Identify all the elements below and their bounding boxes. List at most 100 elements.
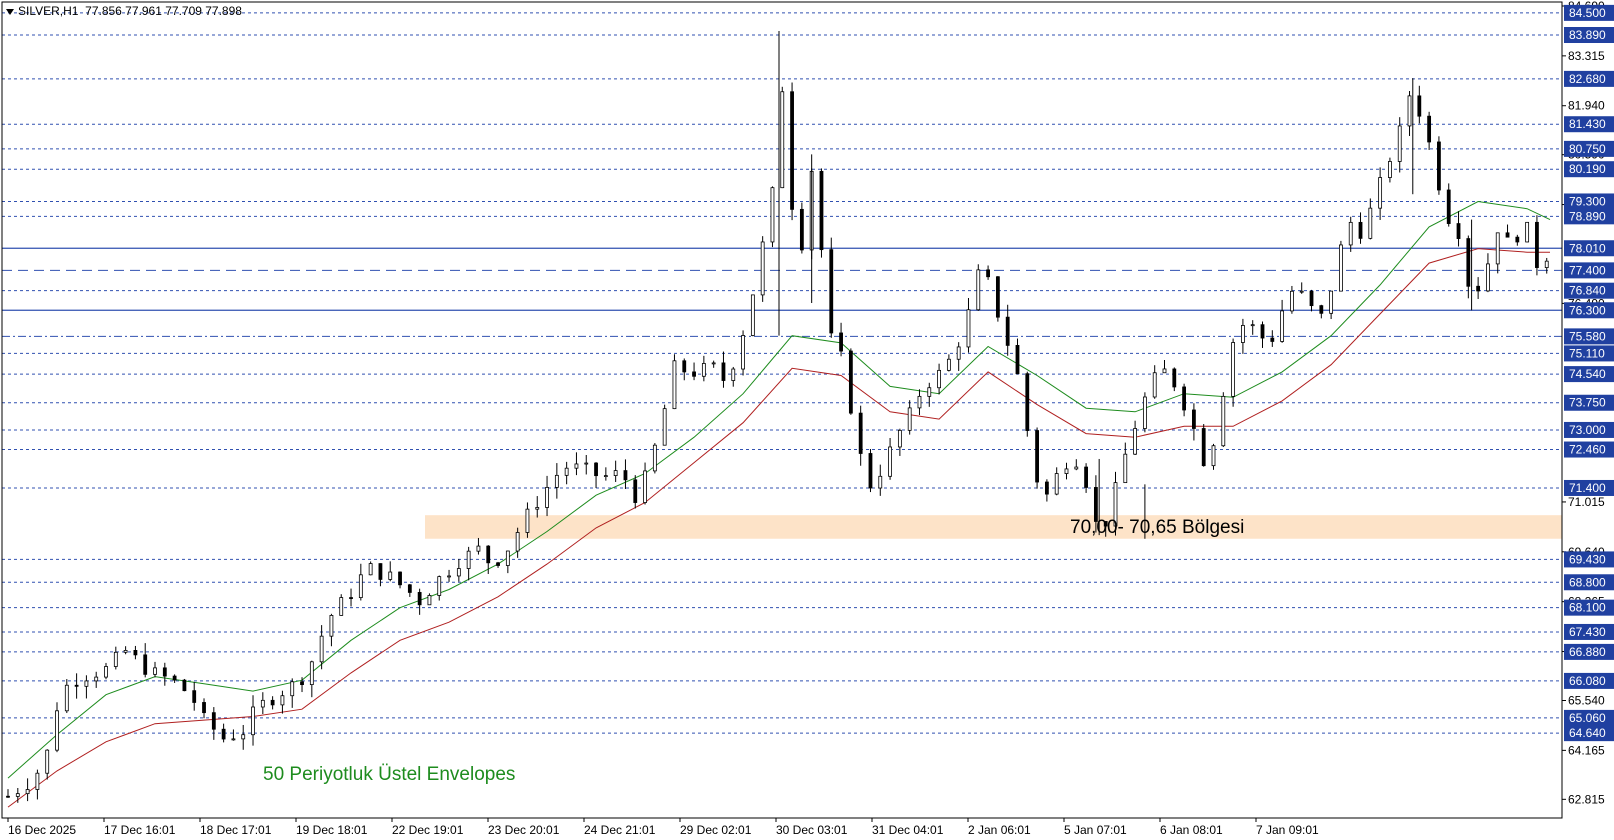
- candle-body: [231, 738, 236, 741]
- candle-body: [515, 532, 520, 552]
- candle-body: [1339, 244, 1343, 292]
- candle-body: [927, 387, 932, 397]
- candle-body: [505, 550, 510, 566]
- candle-body: [1535, 221, 1539, 268]
- candle-body: [1378, 177, 1383, 209]
- level-price-label: 76.840: [1569, 284, 1606, 298]
- candle-body: [1495, 232, 1500, 265]
- candle-body: [731, 368, 736, 381]
- candle-body: [300, 681, 304, 686]
- level-price-label: 81.430: [1569, 117, 1606, 131]
- candle-body: [290, 681, 295, 697]
- candle-body: [1299, 290, 1304, 293]
- candle-body: [1329, 290, 1334, 314]
- x-tick-label: 31 Dec 04:01: [872, 823, 944, 837]
- time-axis: 16 Dec 2025 17 Dec 16:01 18 Dec 17:01 19 De…: [7, 818, 1319, 837]
- candle-body: [1054, 473, 1059, 495]
- candle-body: [1407, 95, 1412, 127]
- candle-body: [770, 187, 775, 243]
- candle-body: [1074, 466, 1079, 470]
- level-price-label: 78.010: [1569, 241, 1606, 255]
- candle-body: [848, 350, 853, 414]
- x-tick-label: 18 Dec 17:01: [200, 823, 272, 837]
- candle-body: [6, 795, 10, 798]
- candle-body: [378, 563, 383, 580]
- candle-body: [1211, 445, 1216, 467]
- candle-body: [1397, 125, 1402, 162]
- candle-body: [123, 650, 128, 653]
- x-tick-label: 22 Dec 19:01: [392, 823, 464, 837]
- candle-body: [858, 412, 863, 454]
- level-price-label: 84.500: [1569, 6, 1606, 20]
- candle-body: [211, 712, 216, 730]
- candle-body: [55, 710, 59, 751]
- candle-body: [917, 395, 922, 409]
- candle-body: [1348, 221, 1353, 246]
- candle-body: [143, 654, 148, 675]
- level-price-label: 76.300: [1569, 303, 1606, 317]
- candle-body: [711, 362, 716, 365]
- candle-body: [1368, 207, 1373, 239]
- candle-body: [407, 584, 412, 593]
- candle-body: [319, 635, 324, 663]
- candle-body: [398, 571, 402, 586]
- level-price-label: 68.100: [1569, 601, 1606, 615]
- symbol-label: SILVER,H1: [18, 4, 79, 18]
- level-price-label: 65.060: [1569, 711, 1606, 725]
- level-price-label: 82.680: [1569, 72, 1606, 86]
- candle-body: [339, 597, 344, 616]
- candle-body: [1241, 325, 1245, 343]
- candle-body: [633, 479, 638, 503]
- candle-body: [1192, 409, 1196, 429]
- candle-body: [153, 667, 157, 675]
- candle-body: [84, 680, 89, 687]
- candle-body: [1476, 285, 1481, 292]
- support-zone-label: 70,00- 70,65 Bölgesi: [1070, 517, 1245, 538]
- candle-body: [643, 470, 647, 503]
- candle-body: [349, 597, 353, 599]
- candle-body: [995, 276, 1000, 318]
- level-price-label: 71.400: [1569, 481, 1606, 495]
- candle-body: [1446, 189, 1451, 224]
- candle-body: [760, 241, 765, 296]
- y-tick-label: 71.015: [1568, 495, 1605, 509]
- candle-body: [172, 675, 177, 681]
- candle-body: [94, 676, 99, 682]
- x-tick-label: 5 Jan 07:01: [1064, 823, 1127, 837]
- candle-body: [1123, 453, 1128, 484]
- candle-body: [662, 408, 667, 446]
- y-tick-label: 65.540: [1568, 693, 1605, 707]
- level-price-label: 69.430: [1569, 552, 1606, 566]
- candle-body: [545, 486, 549, 508]
- candle-body: [113, 651, 118, 667]
- y-tick-label: 62.815: [1568, 792, 1605, 806]
- candle-body: [937, 369, 941, 389]
- candle-body: [1466, 238, 1471, 287]
- candle-body: [1172, 368, 1177, 388]
- candle-body: [1417, 95, 1422, 117]
- candle-body: [839, 332, 843, 352]
- candle-body: [1456, 223, 1461, 239]
- candle-body: [525, 508, 530, 533]
- candle-body: [956, 346, 961, 360]
- level-price-label: 66.880: [1569, 645, 1606, 659]
- candle-body: [1525, 221, 1530, 243]
- candle-body: [535, 507, 540, 510]
- candle-body: [1084, 466, 1088, 488]
- candle-body: [368, 563, 373, 576]
- level-price-label: 73.750: [1569, 396, 1606, 410]
- price-chart[interactable]: 84.69083.31581.94080.59079.21576.49071.0…: [0, 0, 1614, 840]
- candle-body: [946, 358, 951, 371]
- candle-body: [1260, 324, 1265, 339]
- y-tick-label: 83.315: [1568, 49, 1605, 63]
- candle-body: [1280, 310, 1285, 342]
- candle-body: [829, 249, 834, 334]
- level-price-label: 67.430: [1569, 625, 1606, 639]
- x-tick-label: 29 Dec 02:01: [680, 823, 752, 837]
- candle-body: [280, 695, 285, 706]
- level-price-label: 73.000: [1569, 423, 1606, 437]
- candle-body: [162, 667, 167, 677]
- candle-body: [388, 571, 393, 580]
- ohlc-values: 77.856 77.961 77.709 77.898: [85, 4, 242, 18]
- dropdown-triangle-icon[interactable]: [6, 8, 14, 15]
